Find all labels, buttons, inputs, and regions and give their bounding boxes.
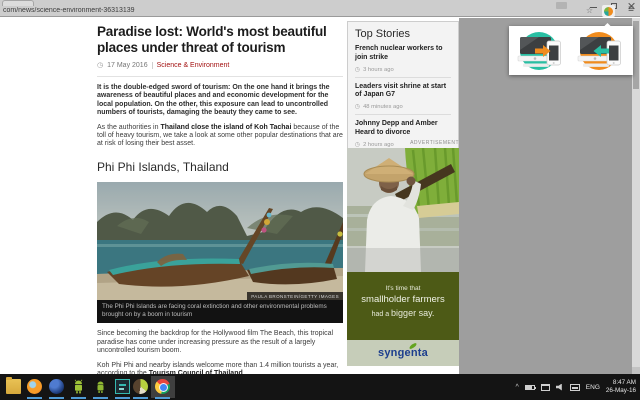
android-device-icon[interactable] xyxy=(93,379,108,394)
desktop-screen: com/news/science-environment-36313139 ☆ … xyxy=(0,0,640,400)
ad-brand-strip: syngenta xyxy=(347,340,459,366)
browser-toolbar: com/news/science-environment-36313139 ☆ … xyxy=(0,0,640,17)
extension-icon xyxy=(604,7,613,16)
article-paragraph: As the authorities in Thailand close the… xyxy=(97,124,343,148)
top-story-link[interactable]: Johnny Depp and Amber Heard to divorce xyxy=(355,120,451,138)
article-paragraph-lead: It is the double-edged sword of tourism:… xyxy=(97,84,343,116)
boats-photo-illustration xyxy=(97,182,343,300)
ad-message: It's time that smallholder farmers had a… xyxy=(347,272,459,340)
top-story-link[interactable]: French nuclear workers to join strike xyxy=(355,45,451,63)
scrollbar-end-button[interactable] xyxy=(632,367,640,374)
scrollbar-thumb[interactable] xyxy=(633,21,639,89)
farmer-photo-illustration xyxy=(347,148,459,272)
article: Paradise lost: World's most beautiful pl… xyxy=(97,24,343,374)
chrome-icon[interactable] xyxy=(155,379,170,394)
top-stories-panel: Top Stories French nuclear workers to jo… xyxy=(347,21,459,157)
article-meta: ◷ 17 May 2016 Science & Environment xyxy=(97,61,343,69)
list-divider xyxy=(355,77,451,78)
advertisement-label: ADVERTISEMENT xyxy=(347,140,459,146)
ad-photo xyxy=(347,148,459,272)
browser-tab[interactable] xyxy=(2,0,34,6)
top-story-link[interactable]: Leaders visit shrine at start of Japan G… xyxy=(355,83,451,101)
extension-button[interactable] xyxy=(602,5,615,17)
clock-time: 8:47 AM xyxy=(606,379,636,388)
code-editor-icon[interactable] xyxy=(115,379,130,394)
running-indicator xyxy=(93,397,108,399)
taskbar-clock[interactable]: 8:47 AM 26-May-16 xyxy=(606,379,636,396)
running-indicator xyxy=(115,397,130,399)
article-date: 17 May 2016 xyxy=(107,62,147,69)
advertisement[interactable]: ADVERTISEMENT xyxy=(347,140,459,366)
article-headline: Paradise lost: World's most beautiful pl… xyxy=(97,24,343,55)
inline-link[interactable]: Thailand close the island of Koh Tachai xyxy=(160,124,291,131)
browser-menu-icon[interactable]: ≡ xyxy=(628,4,634,15)
photo-credit: PAULA BRONSTEIN/GETTY IMAGES xyxy=(247,292,343,300)
ad-text-line: had a bigger say. xyxy=(347,308,459,318)
top-stories-title: Top Stories xyxy=(355,28,451,40)
running-indicator xyxy=(27,397,42,399)
paragraph-text: As the authorities in xyxy=(97,124,160,131)
clock-icon: ◷ xyxy=(355,104,360,110)
system-tray: ^ ENG 8:47 AM 26-May-16 xyxy=(516,374,637,400)
network-icon[interactable] xyxy=(541,384,550,391)
receive-from-phone-icon[interactable] xyxy=(571,28,627,74)
running-indicator xyxy=(133,397,148,399)
clock-date: 26-May-16 xyxy=(606,387,636,396)
ad-text: had a xyxy=(372,311,391,318)
time-text: 3 hours ago xyxy=(363,67,394,73)
speaker-icon[interactable] xyxy=(556,384,564,391)
syngenta-leaf-icon xyxy=(409,343,418,349)
time-text: 48 minutes ago xyxy=(363,104,403,110)
blue-globe-app-icon[interactable] xyxy=(49,379,64,394)
list-divider xyxy=(355,114,451,115)
file-explorer-icon[interactable] xyxy=(6,379,21,394)
photo-caption: The Phi Phi Islands are facing coral ext… xyxy=(97,300,343,323)
extension-popup xyxy=(509,26,633,75)
page-scrollbar[interactable] xyxy=(632,18,640,374)
running-indicator xyxy=(155,397,170,399)
profile-avatar-button[interactable] xyxy=(556,2,567,9)
address-bar[interactable]: com/news/science-environment-36313139 xyxy=(3,7,423,16)
ad-text-emphasis: bigger say. xyxy=(391,308,434,318)
article-subheading: Phi Phi Islands, Thailand xyxy=(97,160,343,174)
ad-text-line: It's time that xyxy=(347,285,459,292)
section-link[interactable]: Science & Environment xyxy=(157,62,230,69)
android-emulator-icon[interactable] xyxy=(71,379,86,394)
battery-icon[interactable] xyxy=(525,385,535,390)
article-paragraph: Since becoming the backdrop for the Holl… xyxy=(97,330,343,354)
windows-taskbar: ^ ENG 8:47 AM 26-May-16 xyxy=(0,374,640,400)
article-photo: PAULA BRONSTEIN/GETTY IMAGES xyxy=(97,182,343,300)
clock-icon: ◷ xyxy=(355,67,360,73)
article-paragraph: Koh Phi Phi and nearby islands welcome m… xyxy=(97,362,343,374)
meta-rule xyxy=(97,76,343,77)
ad-text-line: smallholder farmers xyxy=(347,294,459,305)
send-to-phone-icon[interactable] xyxy=(513,28,569,74)
meta-divider xyxy=(152,62,153,69)
top-story-time: ◷3 hours ago xyxy=(355,67,451,73)
syngenta-logo: syngenta xyxy=(378,347,428,359)
top-story-time: ◷48 minutes ago xyxy=(355,104,451,110)
tray-expand-icon[interactable]: ^ xyxy=(516,384,519,391)
language-indicator[interactable]: ENG xyxy=(586,384,600,391)
sdk-manager-icon[interactable] xyxy=(133,379,148,394)
clock-icon: ◷ xyxy=(97,61,103,69)
bookmark-star-icon[interactable]: ☆ xyxy=(586,6,593,15)
running-indicator xyxy=(71,397,86,399)
touch-keyboard-icon[interactable] xyxy=(570,384,580,391)
running-indicator xyxy=(49,397,64,399)
firefox-icon[interactable] xyxy=(27,379,42,394)
